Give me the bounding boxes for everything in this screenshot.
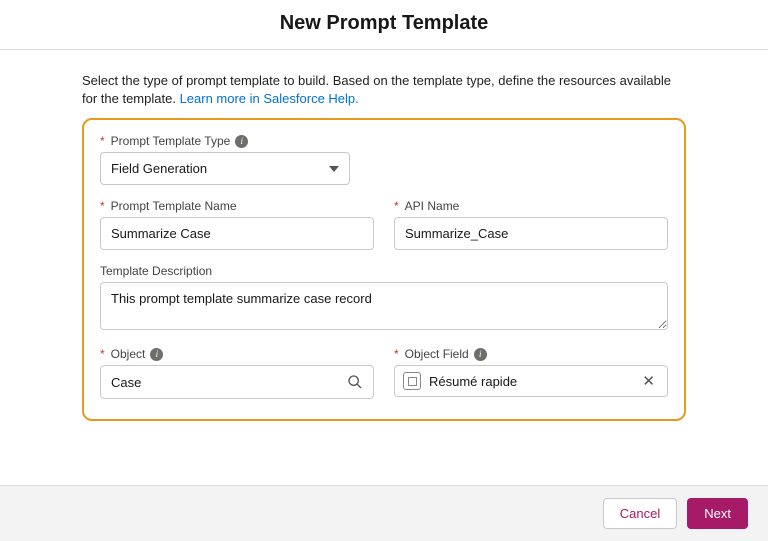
label-text: Prompt Template Type — [111, 134, 231, 148]
required-mark: * — [100, 199, 105, 213]
chevron-down-icon — [329, 166, 339, 172]
search-icon — [347, 374, 363, 390]
required-mark: * — [394, 347, 399, 361]
label-api-name: * API Name — [394, 199, 668, 213]
label-text: Template Description — [100, 264, 212, 278]
label-text: Prompt Template Name — [111, 199, 237, 213]
label-template-name: * Prompt Template Name — [100, 199, 374, 213]
object-field-input[interactable]: Résumé rapide ✕ — [394, 365, 668, 397]
info-icon[interactable]: i — [150, 348, 163, 361]
description-textarea[interactable] — [100, 282, 668, 330]
label-text: API Name — [405, 199, 460, 213]
modal-footer: Cancel Next — [0, 485, 768, 541]
field-type-icon — [403, 372, 421, 390]
template-name-input[interactable] — [100, 217, 374, 250]
highlight-box: * Prompt Template Type i Field Generatio… — [82, 118, 686, 421]
cancel-button[interactable]: Cancel — [603, 498, 677, 529]
help-link[interactable]: Learn more in Salesforce Help. — [180, 91, 359, 106]
modal-title: New Prompt Template — [0, 0, 768, 49]
label-description: Template Description — [100, 264, 668, 278]
label-text: Object — [111, 347, 146, 361]
label-object: * Object i — [100, 347, 374, 361]
required-mark: * — [100, 134, 105, 148]
required-mark: * — [394, 199, 399, 213]
intro-copy: Select the type of prompt template to bu… — [82, 73, 671, 106]
intro-text: Select the type of prompt template to bu… — [82, 72, 686, 108]
label-object-field: * Object Field i — [394, 347, 668, 361]
template-type-select[interactable]: Field Generation — [100, 152, 350, 185]
lookup-value: Case — [111, 375, 141, 390]
info-icon[interactable]: i — [235, 135, 248, 148]
api-name-input[interactable] — [394, 217, 668, 250]
object-lookup[interactable]: Case — [100, 365, 374, 399]
select-value: Field Generation — [111, 161, 207, 176]
label-text: Object Field — [405, 347, 469, 361]
clear-icon[interactable]: ✕ — [638, 372, 659, 390]
label-template-type: * Prompt Template Type i — [100, 134, 668, 148]
required-mark: * — [100, 347, 105, 361]
next-button[interactable]: Next — [687, 498, 748, 529]
modal-body: Select the type of prompt template to bu… — [0, 50, 768, 431]
pill-label: Résumé rapide — [429, 374, 517, 389]
info-icon[interactable]: i — [474, 348, 487, 361]
